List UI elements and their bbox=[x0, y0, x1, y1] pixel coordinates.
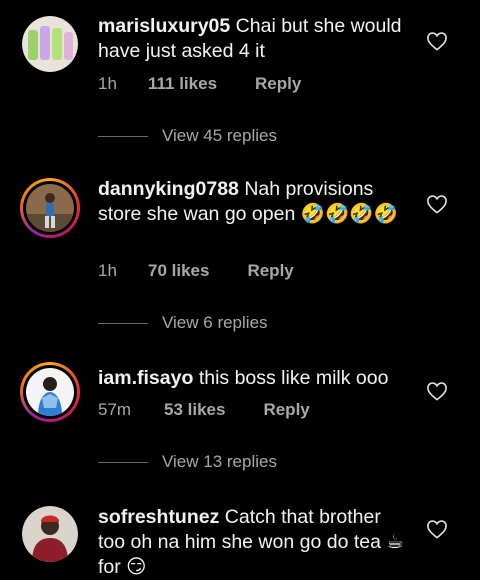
avatar-image bbox=[22, 506, 78, 562]
comment-meta: 1h 111 likes Reply bbox=[98, 74, 301, 94]
avatar-ring-gap bbox=[23, 181, 77, 235]
comment-text: dannyking0788 Nah provisions store she w… bbox=[98, 177, 413, 227]
view-replies-button[interactable]: View 45 replies bbox=[98, 126, 277, 146]
comment-text: marisluxury05 Chai but she would have ju… bbox=[98, 14, 413, 64]
view-replies-label: View 6 replies bbox=[162, 313, 268, 332]
likes-count[interactable]: 53 likes bbox=[164, 400, 225, 420]
avatar-image bbox=[26, 184, 74, 232]
heart-outline-icon[interactable] bbox=[426, 519, 448, 539]
avatar[interactable] bbox=[22, 16, 78, 72]
heart-outline-icon[interactable] bbox=[426, 381, 448, 401]
timestamp: 1h bbox=[98, 74, 117, 93]
heart-outline-icon[interactable] bbox=[426, 31, 448, 51]
username[interactable]: iam.fisayo bbox=[98, 367, 193, 389]
likes-count[interactable]: 111 likes bbox=[148, 74, 217, 94]
avatar-image bbox=[26, 368, 74, 416]
view-replies-button[interactable]: View 13 replies bbox=[98, 452, 277, 472]
comment-meta: 57m 53 likes Reply bbox=[98, 400, 310, 420]
timestamp: 1h bbox=[98, 261, 117, 280]
divider bbox=[98, 135, 148, 137]
timestamp: 57m bbox=[98, 400, 132, 419]
username[interactable]: marisluxury05 bbox=[98, 15, 230, 37]
reply-button[interactable]: Reply bbox=[263, 400, 309, 420]
comment-text: sofreshtunez Catch that brother too oh n… bbox=[98, 505, 413, 580]
comment-body: this boss like milk ooo bbox=[198, 367, 389, 389]
avatar-ring-gap bbox=[23, 365, 77, 419]
avatar-image bbox=[22, 16, 78, 72]
comment-meta: 1h 70 likes Reply bbox=[98, 261, 294, 281]
likes-count[interactable]: 70 likes bbox=[148, 261, 209, 281]
avatar[interactable] bbox=[22, 506, 78, 562]
comment-text: iam.fisayo this boss like milk ooo bbox=[98, 366, 413, 391]
username[interactable]: dannyking0788 bbox=[98, 178, 239, 200]
avatar[interactable] bbox=[20, 362, 80, 422]
heart-outline-icon[interactable] bbox=[426, 194, 448, 214]
divider bbox=[98, 461, 148, 463]
view-replies-label: View 45 replies bbox=[162, 126, 277, 145]
username[interactable]: sofreshtunez bbox=[98, 506, 219, 528]
reply-button[interactable]: Reply bbox=[255, 74, 301, 94]
view-replies-button[interactable]: View 6 replies bbox=[98, 313, 268, 333]
divider bbox=[98, 322, 148, 324]
reply-button[interactable]: Reply bbox=[247, 261, 293, 281]
view-replies-label: View 13 replies bbox=[162, 452, 277, 471]
avatar[interactable] bbox=[20, 178, 80, 238]
